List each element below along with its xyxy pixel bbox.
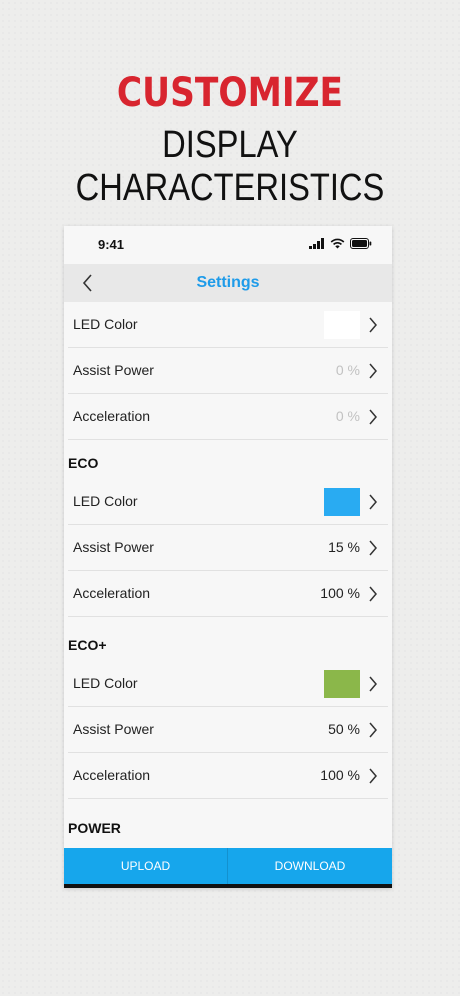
status-bar: 9:41 — [64, 226, 392, 264]
section-title-eco-plus: ECO+ — [68, 637, 107, 653]
setting-value: 15 % — [328, 539, 360, 555]
section-title-power: POWER — [68, 820, 121, 836]
chevron-right-icon — [369, 768, 377, 784]
page-title: Settings — [196, 274, 260, 291]
chevron-right-icon — [369, 722, 377, 738]
promo-subheadline: DISPLAY CHARACTERISTICS — [75, 124, 385, 209]
promo-headline: CUSTOMIZE — [116, 70, 344, 116]
setting-label: Acceleration — [73, 408, 151, 424]
color-swatch — [324, 488, 360, 516]
action-bar: UPLOAD DOWNLOAD — [64, 848, 392, 884]
setting-row-acceleration[interactable]: Acceleration 100 % — [68, 753, 388, 799]
chevron-right-icon — [369, 540, 377, 556]
setting-value: 0 % — [335, 408, 360, 424]
chevron-right-icon — [369, 317, 377, 333]
download-button[interactable]: DOWNLOAD — [228, 848, 392, 884]
status-icons — [309, 238, 372, 249]
setting-label: Assist Power — [73, 721, 154, 737]
chevron-right-icon — [369, 586, 377, 602]
setting-value: 50 % — [328, 721, 360, 737]
setting-value: 100 % — [320, 767, 360, 783]
signal-icon — [309, 238, 324, 249]
battery-icon — [350, 238, 372, 249]
setting-label: LED Color — [73, 316, 138, 332]
home-indicator-bar — [64, 884, 392, 888]
setting-row-led-color[interactable]: LED Color — [68, 479, 388, 525]
color-swatch — [324, 670, 360, 698]
status-time: 9:41 — [98, 237, 125, 252]
upload-button[interactable]: UPLOAD — [64, 848, 228, 884]
setting-row-acceleration[interactable]: Acceleration 100 % — [68, 571, 388, 617]
section-title-eco: ECO — [68, 455, 99, 471]
setting-row-assist-power[interactable]: Assist Power 15 % — [68, 525, 388, 571]
setting-row-acceleration[interactable]: Acceleration 0 % — [68, 394, 388, 440]
setting-row-led-color[interactable]: LED Color — [68, 302, 388, 348]
chevron-right-icon — [369, 494, 377, 510]
setting-label: Acceleration — [73, 767, 151, 783]
color-swatch — [324, 311, 360, 339]
chevron-right-icon — [369, 676, 377, 692]
chevron-right-icon — [369, 409, 377, 425]
setting-label: LED Color — [73, 675, 138, 691]
setting-value: 100 % — [320, 585, 360, 601]
chevron-right-icon — [369, 363, 377, 379]
setting-label: Assist Power — [73, 362, 154, 378]
setting-label: LED Color — [73, 493, 138, 509]
wifi-icon — [330, 238, 345, 249]
setting-row-led-color[interactable]: LED Color — [68, 661, 388, 707]
phone-screen: 9:41 Settings LED Color Assist Power 0 %… — [64, 226, 392, 888]
setting-row-assist-power[interactable]: Assist Power 0 % — [68, 348, 388, 394]
setting-label: Assist Power — [73, 539, 154, 555]
nav-bar: Settings — [64, 264, 392, 302]
setting-label: Acceleration — [73, 585, 151, 601]
setting-value: 0 % — [335, 362, 360, 378]
setting-row-assist-power[interactable]: Assist Power 50 % — [68, 707, 388, 753]
